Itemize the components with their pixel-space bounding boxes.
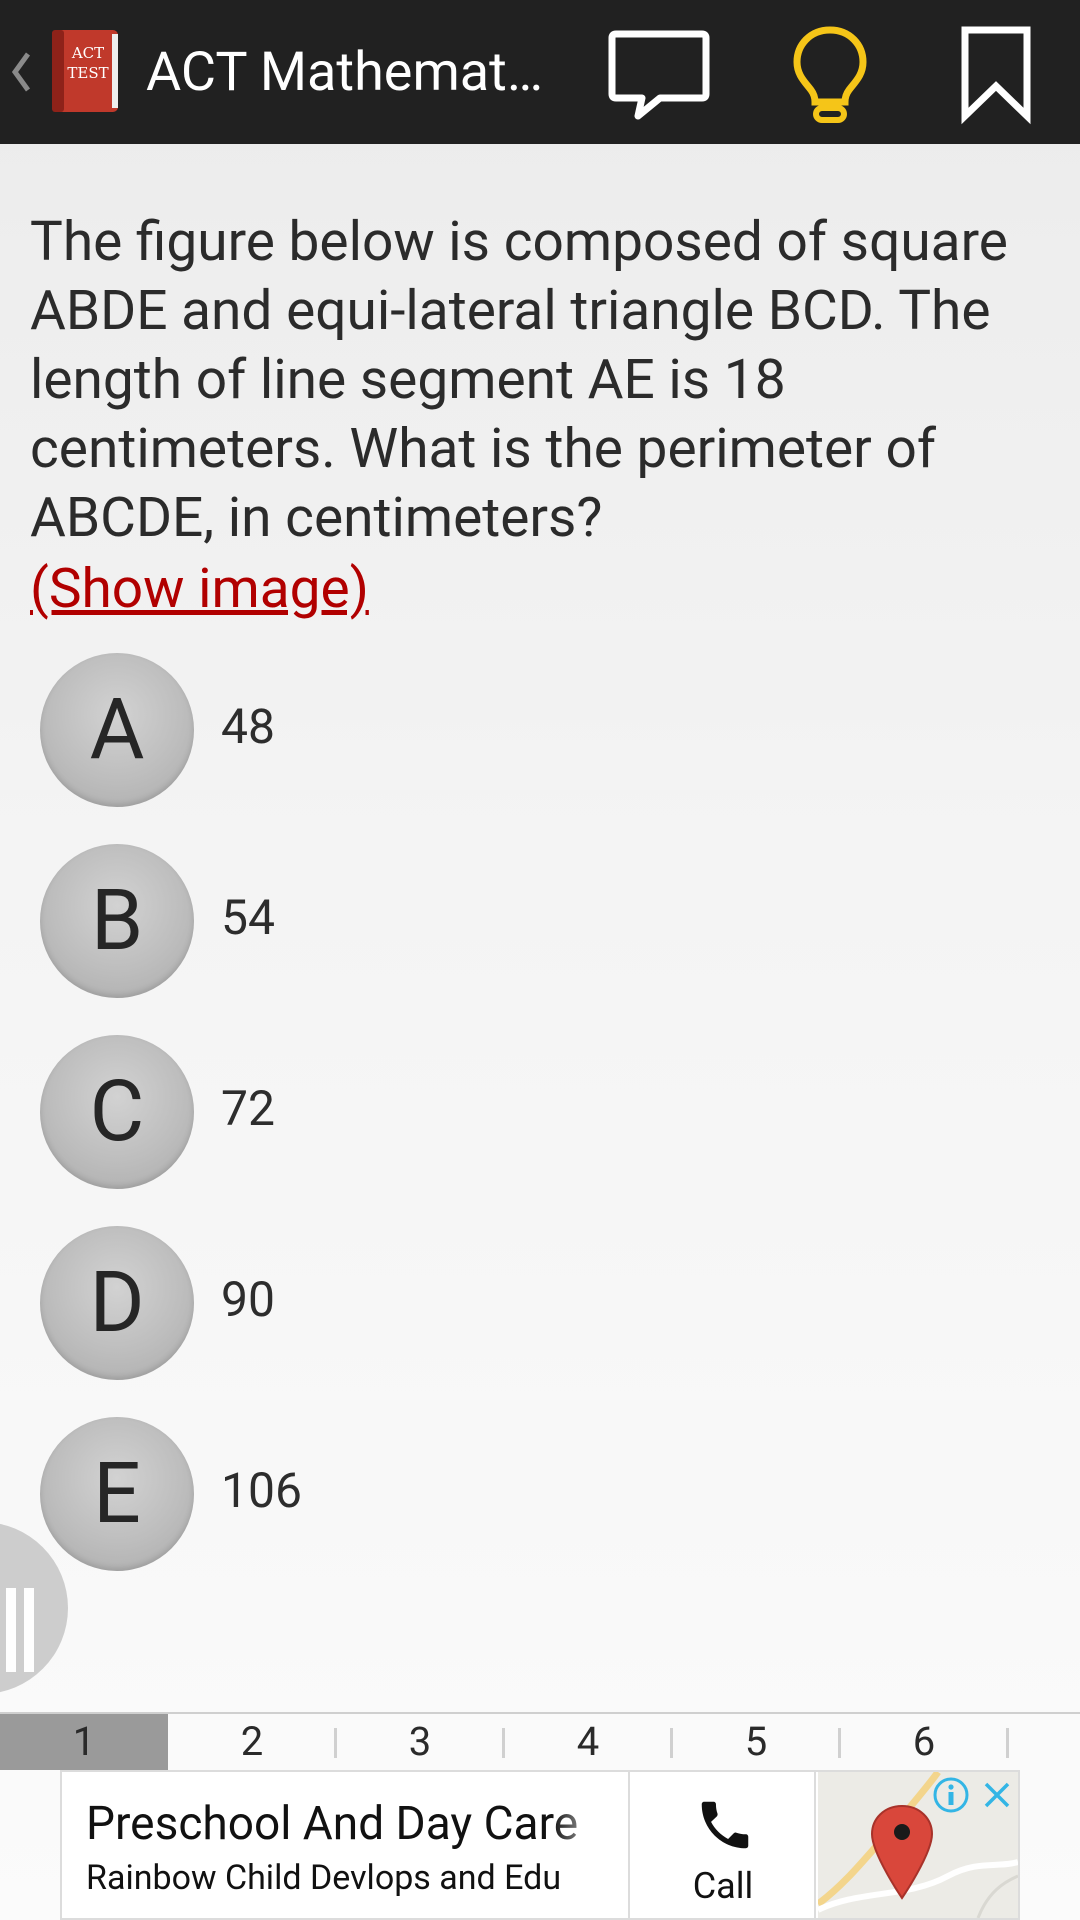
comment-icon <box>608 30 710 120</box>
question-text: The figure below is composed of square A… <box>30 210 1008 550</box>
app-title[interactable]: ACT Mathemat… <box>146 40 546 106</box>
action-bar: ACT TEST ACT Mathemat… <box>0 0 1080 144</box>
ad-title-fade <box>552 1792 612 1852</box>
tab-divider <box>1006 1728 1009 1758</box>
option-value: 54 <box>221 889 275 946</box>
page-tab-1[interactable]: 1 <box>0 1714 168 1770</box>
lightbulb-icon <box>793 26 867 123</box>
show-image-link[interactable]: (Show image) <box>30 555 369 624</box>
option-value: 48 <box>221 698 275 755</box>
app-icon[interactable]: ACT TEST <box>46 26 124 116</box>
comment-button[interactable] <box>604 18 714 128</box>
svg-text:TEST: TEST <box>67 64 108 82</box>
option-letter: B <box>90 871 144 970</box>
ad-close-icon[interactable] <box>980 1778 1014 1812</box>
option-value: 90 <box>221 1271 275 1328</box>
ad-banner[interactable]: Preschool And Day Care Rainbow Child Dev… <box>60 1770 1020 1920</box>
hint-button[interactable] <box>775 18 885 128</box>
option-letter: A <box>89 680 145 779</box>
ad-call-button[interactable]: Call <box>628 1772 816 1918</box>
bookmark-button[interactable] <box>941 18 1051 128</box>
answer-option-a[interactable]: A 48 <box>40 653 1040 809</box>
page-tab-4[interactable]: 4 <box>504 1714 672 1770</box>
svg-text:ACT: ACT <box>71 44 104 62</box>
option-value: 106 <box>221 1462 302 1519</box>
page-tab-6[interactable]: 6 <box>840 1714 1008 1770</box>
chevron-left-icon[interactable] <box>10 50 32 94</box>
option-letter: D <box>89 1253 145 1352</box>
ad-title[interactable]: Preschool And Day Care <box>86 1796 606 1852</box>
option-letter: C <box>89 1062 145 1161</box>
drawer-handle-bar <box>24 1588 34 1672</box>
answer-option-d[interactable]: D 90 <box>40 1226 1040 1382</box>
drawer-handle-bar <box>6 1588 16 1672</box>
answer-option-b[interactable]: B 54 <box>40 844 1040 1000</box>
page-tab-3[interactable]: 3 <box>336 1714 504 1770</box>
ad-call-label: Call <box>692 1865 754 1907</box>
question-screen: ACT TEST ACT Mathemat… The figure below … <box>0 0 1080 1920</box>
option-value: 72 <box>221 1080 275 1137</box>
page-tab-2[interactable]: 2 <box>168 1714 336 1770</box>
bookmark-icon <box>961 26 1031 125</box>
answer-option-c[interactable]: C 72 <box>40 1035 1040 1191</box>
page-tab-5[interactable]: 5 <box>672 1714 840 1770</box>
answer-option-e[interactable]: E 106 <box>40 1417 1040 1573</box>
phone-icon <box>701 1801 749 1849</box>
question-page-tabs: 1 2 3 4 5 6 <box>0 1712 1080 1770</box>
ad-info-icon[interactable] <box>932 1776 970 1814</box>
ad-subtitle[interactable]: Rainbow Child Devlops and Edu <box>86 1856 606 1900</box>
option-letter: E <box>93 1444 141 1543</box>
